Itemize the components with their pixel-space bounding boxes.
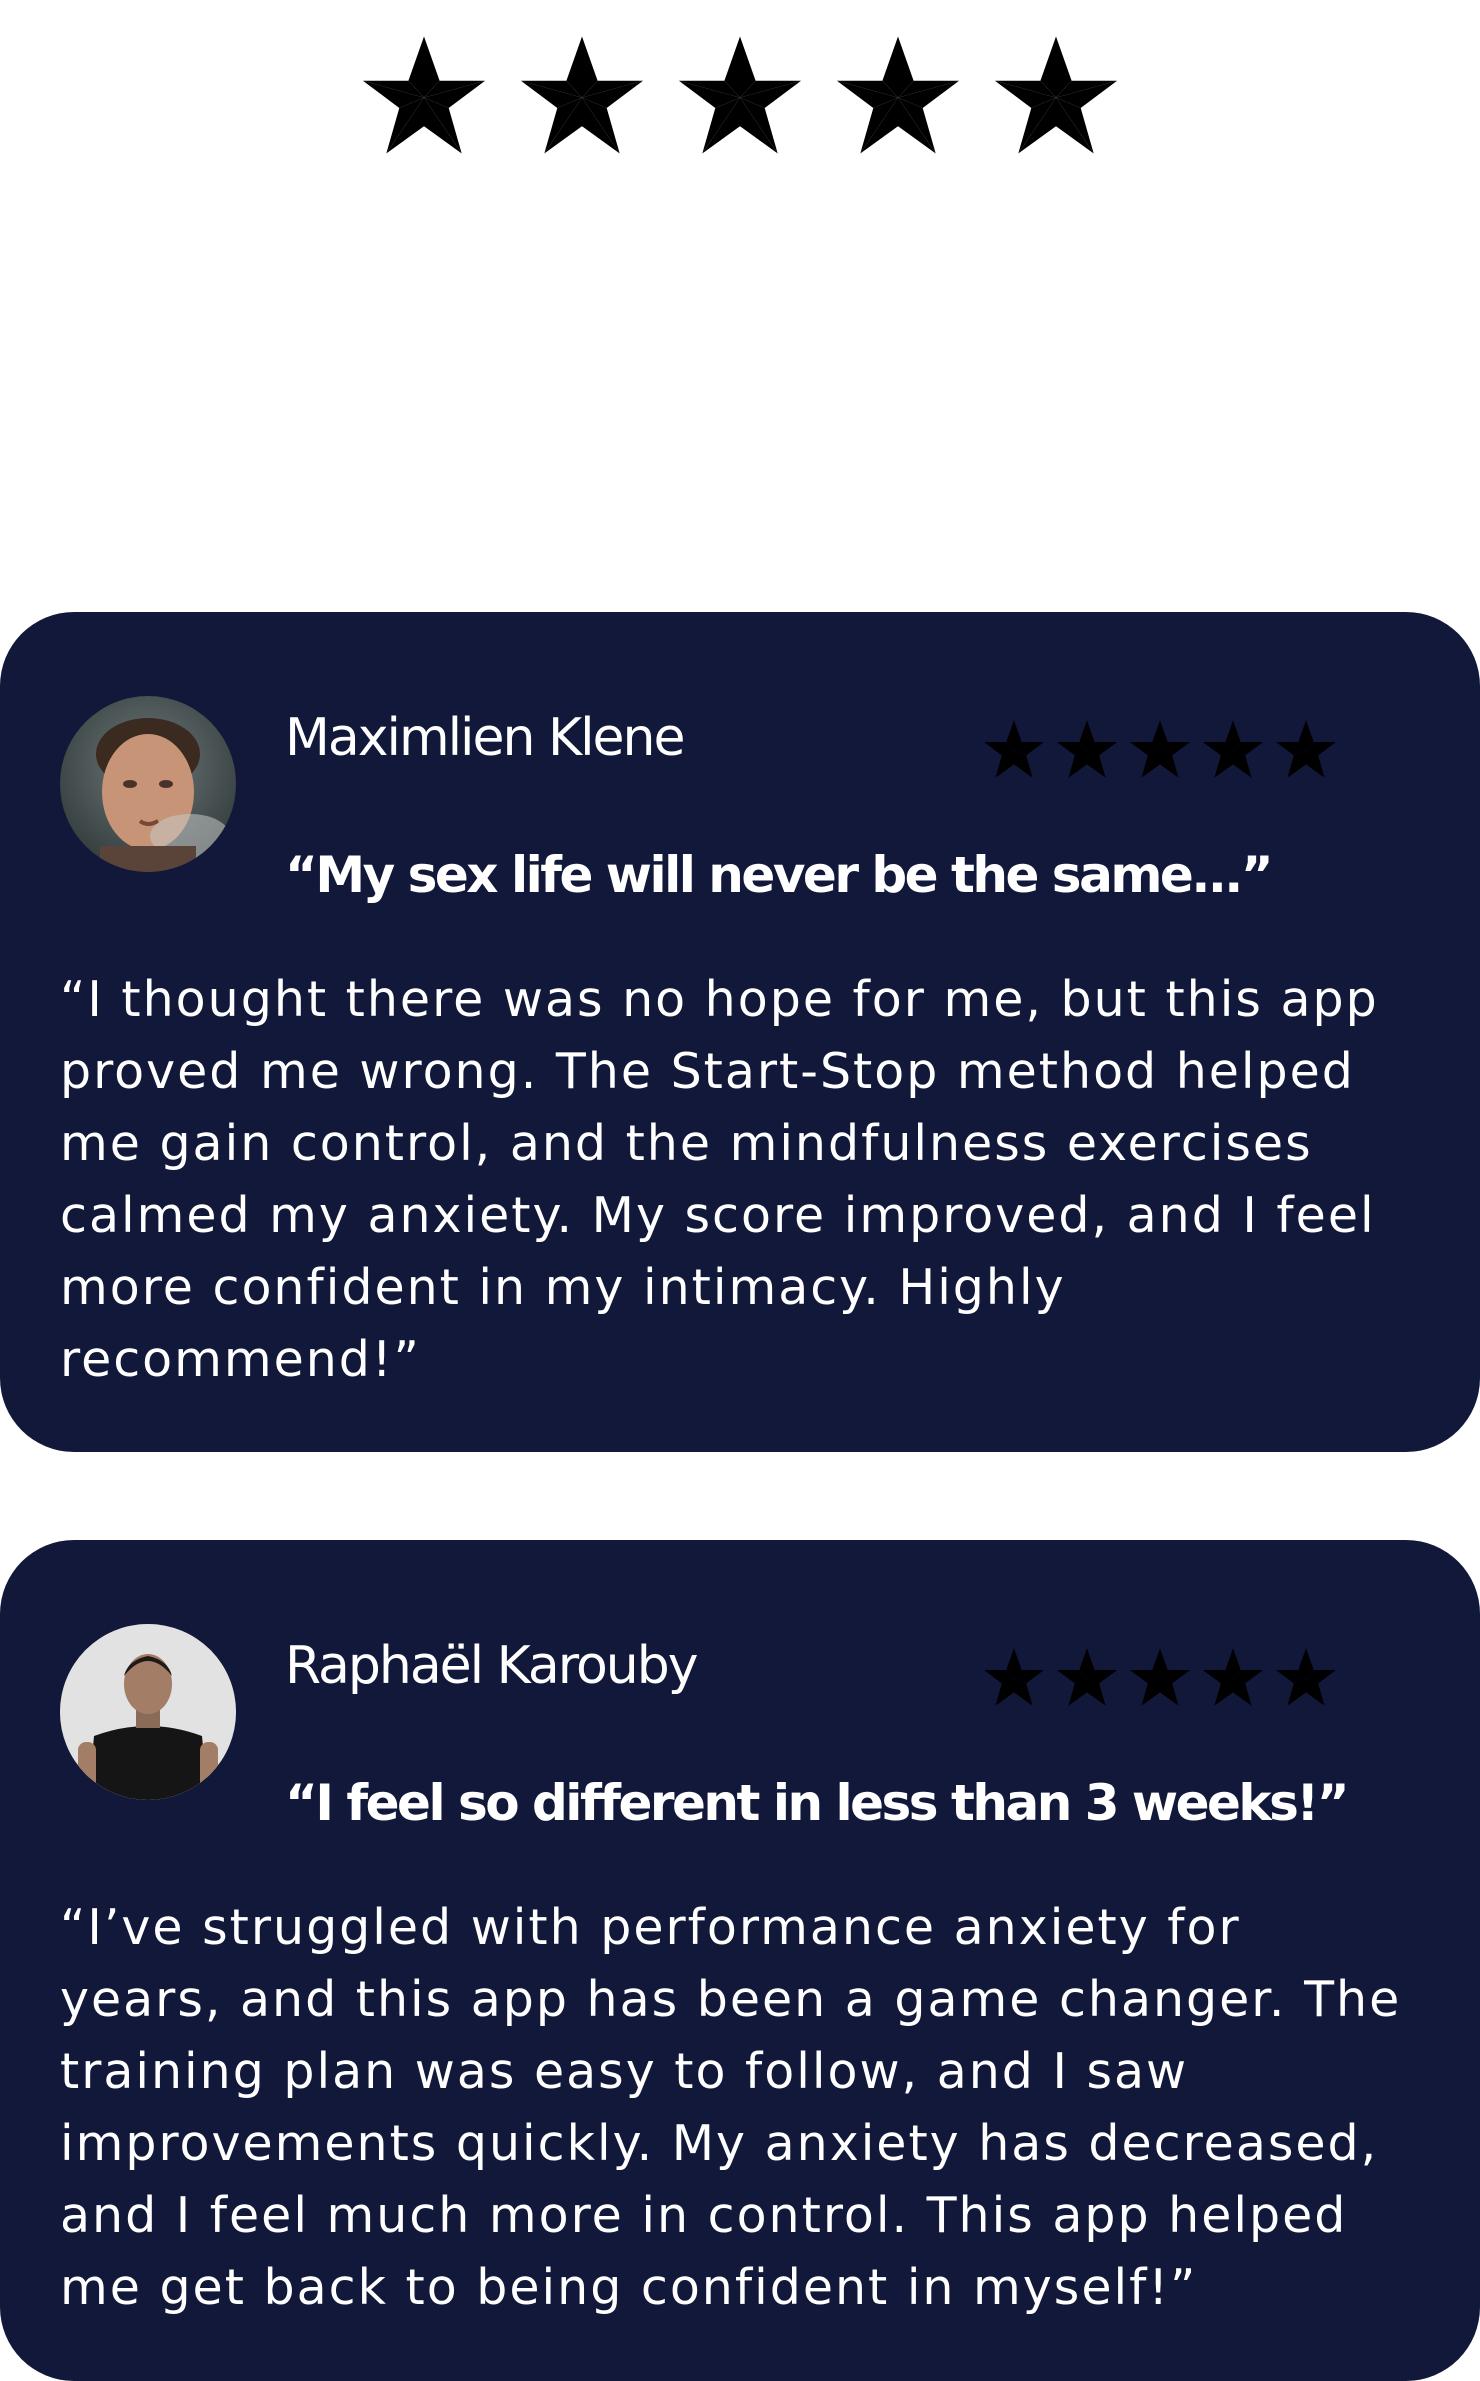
star-icon	[982, 1646, 1046, 1708]
star-icon	[1055, 718, 1119, 780]
review-headline: “My sex life will never be the same...”	[285, 846, 1274, 904]
star-icon	[359, 32, 489, 158]
review-star-rating	[982, 1646, 1338, 1708]
star-icon	[1055, 1646, 1119, 1708]
review-body-line: “I thought there was no hope for me, but…	[60, 971, 1379, 1028]
review-body-line: “I’ve struggled with performance anxiety…	[60, 1899, 1241, 1956]
star-icon	[991, 32, 1121, 158]
review-body: “I’ve struggled with performance anxiety…	[60, 1892, 1440, 2324]
star-icon	[833, 32, 963, 158]
star-icon	[1274, 1646, 1338, 1708]
star-icon	[1128, 1646, 1192, 1708]
review-card: Raphaël Karouby “I feel so different in …	[0, 1540, 1480, 2381]
star-icon	[1201, 718, 1265, 780]
review-body-line: more confident in my intimacy. Highly	[60, 1259, 1066, 1316]
review-body: “I thought there was no hope for me, but…	[60, 964, 1440, 1396]
star-icon	[1201, 1646, 1265, 1708]
star-icon	[1274, 718, 1338, 780]
review-body-line: training plan was easy to follow, and I …	[60, 2043, 1189, 2100]
avatar	[60, 1624, 236, 1800]
review-body-line: me get back to being confident in myself…	[60, 2259, 1198, 2316]
review-card: Maximlien Klene “My sex life will never …	[0, 612, 1480, 1452]
review-body-line: improvements quickly. My anxiety has dec…	[60, 2115, 1379, 2172]
star-icon	[675, 32, 805, 158]
avatar-photo	[60, 1624, 236, 1800]
review-headline: “I feel so different in less than 3 week…	[285, 1774, 1350, 1832]
review-body-line: recommend!”	[60, 1331, 421, 1388]
avatar-photo	[60, 696, 236, 872]
review-star-rating	[982, 718, 1338, 780]
star-icon	[982, 718, 1046, 780]
review-body-line: me gain control, and the mindfulness exe…	[60, 1115, 1313, 1172]
review-body-line: years, and this app has been a game chan…	[60, 1971, 1402, 2028]
review-body-line: and I feel much more in control. This ap…	[60, 2187, 1348, 2244]
star-icon	[1128, 718, 1192, 780]
reviewer-name: Maximlien Klene	[285, 708, 685, 768]
reviewer-name: Raphaël Karouby	[285, 1636, 698, 1696]
review-body-line: calmed my anxiety. My score improved, an…	[60, 1187, 1376, 1244]
star-icon	[517, 32, 647, 158]
top-star-rating	[0, 32, 1480, 158]
avatar	[60, 696, 236, 872]
review-body-line: proved me wrong. The Start-Stop method h…	[60, 1043, 1355, 1100]
